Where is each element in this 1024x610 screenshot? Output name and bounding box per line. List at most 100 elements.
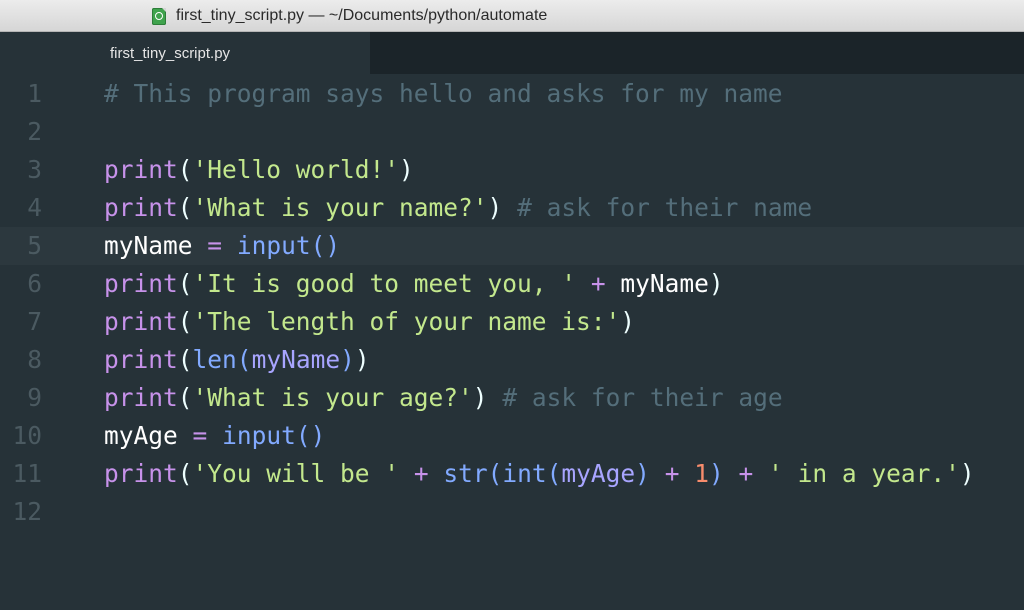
code-token: myName [620, 269, 709, 298]
code-token: + [591, 269, 606, 298]
code-token [207, 421, 222, 450]
code-token: 'It is good to meet you, ' [193, 269, 577, 298]
code-token: ( [178, 459, 193, 488]
code-text: print('The length of your name is:') [104, 303, 635, 341]
code-token: ( [237, 345, 252, 374]
code-token: ) [709, 269, 724, 298]
code-token: print [104, 269, 178, 298]
code-line[interactable]: 3 print('Hello world!') [0, 151, 1024, 189]
code-text: print('What is your age?') # ask for the… [104, 379, 783, 417]
code-token: 'You will be ' [193, 459, 400, 488]
code-token: len [193, 345, 237, 374]
code-token: ) [473, 383, 488, 412]
code-token: = [193, 421, 208, 450]
code-token: # ask for their age [502, 383, 782, 412]
code-token: print [104, 383, 178, 412]
code-token [724, 459, 739, 488]
tab-first-tiny-script[interactable]: first_tiny_script.py [0, 32, 370, 74]
code-line[interactable]: 12 [0, 493, 1024, 531]
code-token: + [414, 459, 429, 488]
code-line[interactable]: 9 print('What is your age?') # ask for th… [0, 379, 1024, 417]
code-token: ) [709, 459, 724, 488]
code-editor[interactable]: 1 # This program says hello and asks for … [0, 74, 1024, 610]
code-line[interactable]: 5 myName = input() [0, 227, 1024, 265]
line-number: 3 [0, 151, 42, 189]
code-token: + [739, 459, 754, 488]
code-token: ( [488, 459, 503, 488]
code-token: print [104, 193, 178, 222]
code-text: print('What is your name?') # ask for th… [104, 189, 812, 227]
code-text: print('You will be ' + str(int(myAge) + … [104, 455, 975, 493]
code-token: 'What is your age?' [193, 383, 473, 412]
code-line[interactable]: 4 print('What is your name?') # ask for t… [0, 189, 1024, 227]
code-token: print [104, 155, 178, 184]
line-number: 1 [0, 75, 42, 113]
code-token [576, 269, 591, 298]
code-line[interactable]: 10myAge = input() [0, 417, 1024, 455]
code-line[interactable]: 6 print('It is good to meet you, ' + myNa… [0, 265, 1024, 303]
code-token: str [443, 459, 487, 488]
code-token: ( [178, 307, 193, 336]
line-number: 2 [0, 113, 42, 151]
code-token: myAge [104, 421, 178, 450]
code-token: = [207, 231, 222, 260]
code-token: ( [547, 459, 562, 488]
code-token: print [104, 307, 178, 336]
code-token [178, 421, 193, 450]
code-token: 'The length of your name is:' [193, 307, 621, 336]
code-line[interactable]: 1 # This program says hello and asks for … [0, 75, 1024, 113]
code-token: ( [178, 155, 193, 184]
line-number: 4 [0, 189, 42, 227]
code-token: () [296, 421, 326, 450]
code-text: print('It is good to meet you, ' + myNam… [104, 265, 724, 303]
line-number: 9 [0, 379, 42, 417]
line-number: 11 [0, 455, 42, 493]
code-token: ) [635, 459, 650, 488]
line-number: 5 [0, 227, 42, 265]
code-token [606, 269, 621, 298]
code-token: ) [488, 193, 503, 222]
code-line[interactable]: 7 print('The length of your name is:') [0, 303, 1024, 341]
code-text: myName = input() [104, 227, 340, 265]
code-token: # ask for their name [517, 193, 812, 222]
line-number: 6 [0, 265, 42, 303]
line-number: 8 [0, 341, 42, 379]
code-token: myName [252, 345, 341, 374]
code-token: input [222, 421, 296, 450]
code-token: 'Hello world!' [193, 155, 400, 184]
code-text: print('Hello world!') [104, 151, 414, 189]
window-title-group: first_tiny_script.py — ~/Documents/pytho… [152, 0, 547, 32]
code-token: ( [178, 193, 193, 222]
code-token [399, 459, 414, 488]
code-token [193, 231, 208, 260]
code-token: ' in a year.' [768, 459, 960, 488]
code-token [429, 459, 444, 488]
code-token: () [311, 231, 341, 260]
code-token: input [237, 231, 311, 260]
code-token: + [665, 459, 680, 488]
code-line[interactable]: 8print(len(myName)) [0, 341, 1024, 379]
code-token [753, 459, 768, 488]
code-text: myAge = input() [104, 417, 325, 455]
code-token: ) [960, 459, 975, 488]
code-line[interactable]: 11 print('You will be ' + str(int(myAge) … [0, 455, 1024, 493]
code-token [488, 383, 503, 412]
python-file-icon [152, 8, 166, 25]
code-token [502, 193, 517, 222]
code-token: 'What is your name?' [193, 193, 488, 222]
window-title: first_tiny_script.py — ~/Documents/pytho… [176, 7, 547, 25]
code-token: ( [178, 269, 193, 298]
code-token: ) [620, 307, 635, 336]
line-number: 12 [0, 493, 42, 531]
code-token: # This program says hello and asks for m… [104, 79, 783, 108]
code-token [650, 459, 665, 488]
code-token: print [104, 345, 178, 374]
code-token: ( [178, 345, 193, 374]
line-number: 7 [0, 303, 42, 341]
code-token: int [502, 459, 546, 488]
code-line[interactable]: 2 [0, 113, 1024, 151]
code-token: print [104, 459, 178, 488]
code-token: ) [399, 155, 414, 184]
code-token: ) [355, 345, 370, 374]
window-titlebar[interactable]: first_tiny_script.py — ~/Documents/pytho… [0, 0, 1024, 32]
